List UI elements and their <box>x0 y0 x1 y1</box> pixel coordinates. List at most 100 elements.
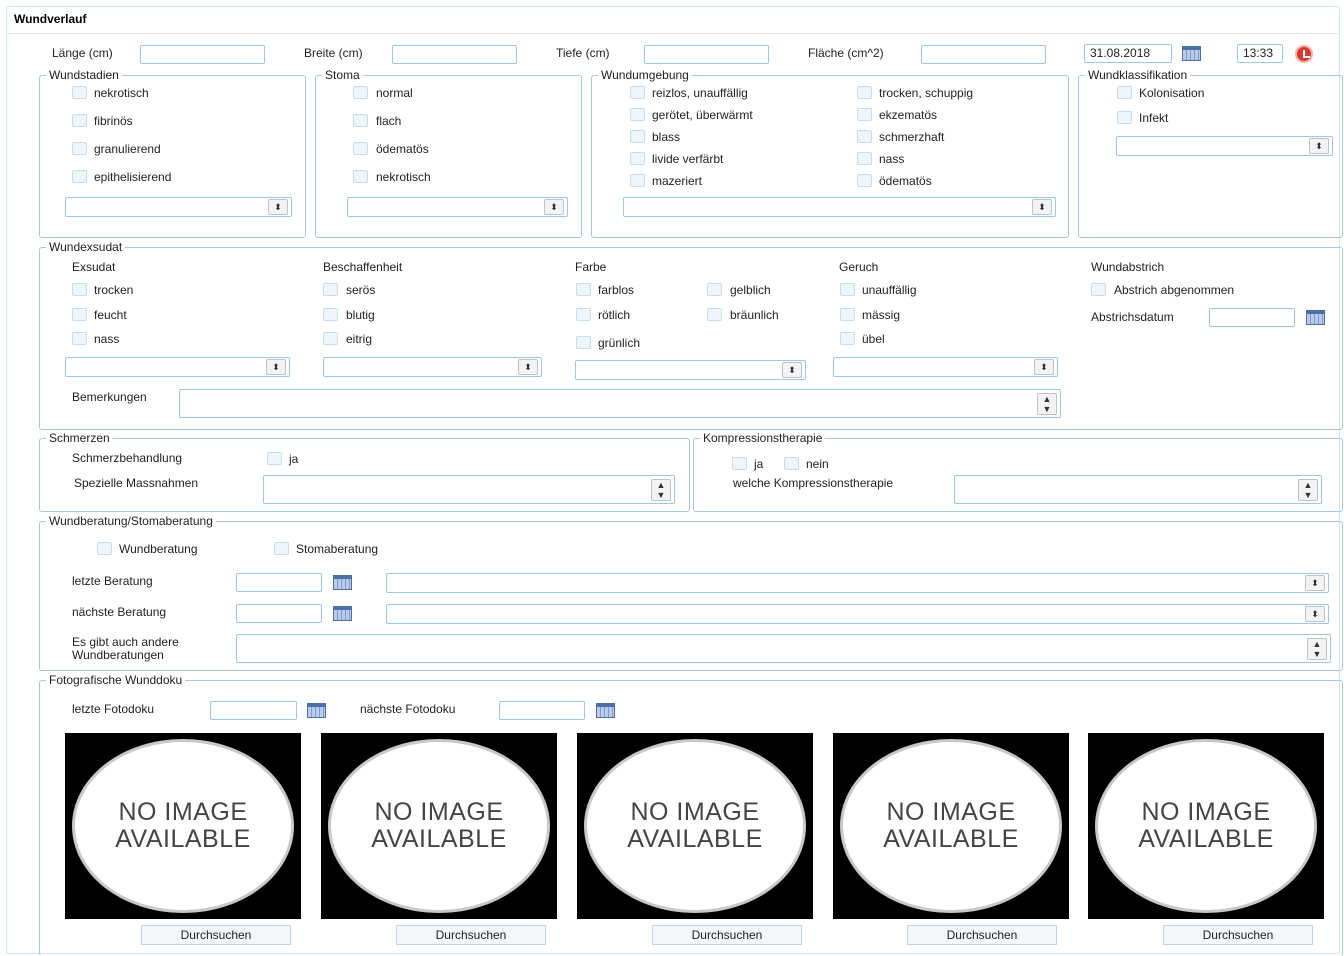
exsudat-combo[interactable]: ⬍ <box>65 357 290 377</box>
checkbox-nass[interactable] <box>72 332 87 345</box>
browse-button-5[interactable]: Durchsuchen <box>1163 925 1313 945</box>
browse-button-4[interactable]: Durchsuchen <box>907 925 1057 945</box>
no-image-text: NO IMAGE <box>118 798 248 826</box>
checkbox-epithelisierend[interactable] <box>72 170 87 183</box>
calendar-icon[interactable] <box>333 606 352 621</box>
stoma-label: flach <box>376 114 402 128</box>
checkbox-nekrotisch-stoma[interactable] <box>353 170 368 183</box>
letzte-beratung-combo[interactable]: ⬍ <box>386 573 1329 593</box>
spinner-icon[interactable]: ▲ ▼ <box>1037 393 1057 415</box>
naechste-fotodoku-date[interactable] <box>499 701 585 720</box>
checkbox-schmerzhaft[interactable] <box>857 130 872 143</box>
spinner-icon[interactable]: ▲ ▼ <box>651 479 671 501</box>
browse-button-2[interactable]: Durchsuchen <box>396 925 546 945</box>
letzte-beratung-date[interactable] <box>236 573 322 592</box>
bemerkungen-textarea[interactable]: ▲ ▼ <box>179 389 1061 418</box>
checkbox-nekrotisch[interactable] <box>72 86 87 99</box>
welche-kompression-textarea[interactable]: ▲ ▼ <box>954 475 1322 504</box>
beschaffenheit-combo[interactable]: ⬍ <box>323 357 542 377</box>
checkbox-oedematoes[interactable] <box>353 142 368 155</box>
clock-icon[interactable] <box>1295 45 1313 63</box>
wundumgebung-combo[interactable]: ⬍ <box>623 197 1056 217</box>
spinner-icon[interactable]: ⬍ <box>782 362 802 378</box>
browse-button-1[interactable]: Durchsuchen <box>141 925 291 945</box>
calendar-icon[interactable] <box>333 575 352 590</box>
checkbox-feucht[interactable] <box>72 308 87 321</box>
breite-input[interactable] <box>392 45 517 64</box>
wundstadien-title: Wundstadien <box>46 68 122 82</box>
spinner-icon[interactable]: ⬍ <box>1305 606 1325 622</box>
checkbox-normal[interactable] <box>353 86 368 99</box>
checkbox-trocken[interactable] <box>72 283 87 296</box>
naechste-beratung-combo[interactable]: ⬍ <box>386 604 1329 624</box>
checkbox-geroetet[interactable] <box>630 108 645 121</box>
checkbox-granulierend[interactable] <box>72 142 87 155</box>
checkbox-nass-umgebung[interactable] <box>857 152 872 165</box>
spinner-icon[interactable]: ⬍ <box>1032 199 1052 215</box>
farbe-combo[interactable]: ⬍ <box>575 360 806 380</box>
checkbox-schmerz-ja[interactable] <box>267 452 282 465</box>
checkbox-stomaberatung[interactable] <box>274 542 289 555</box>
tiefe-input[interactable] <box>644 45 769 64</box>
checkbox-gelblich[interactable] <box>707 283 722 296</box>
checkbox-ekzematoes[interactable] <box>857 108 872 121</box>
checkbox-uebel[interactable] <box>840 332 855 345</box>
checkbox-blass[interactable] <box>630 130 645 143</box>
exsudat-item: feucht <box>94 308 127 322</box>
time-input[interactable]: 13:33 <box>1237 44 1283 63</box>
wundstadien-combo[interactable]: ⬍ <box>65 197 292 217</box>
geruch-combo[interactable]: ⬍ <box>833 357 1058 377</box>
spinner-icon[interactable]: ▲ ▼ <box>1298 479 1318 501</box>
stoma-combo[interactable]: ⬍ <box>347 197 568 217</box>
checkbox-wundberatung[interactable] <box>97 542 112 555</box>
checkbox-farblos[interactable] <box>576 283 591 296</box>
naechste-beratung-date[interactable] <box>236 604 322 623</box>
flaeche-label: Fläche (cm^2) <box>808 46 884 60</box>
checkbox-abstrich-abgenommen[interactable] <box>1091 283 1106 296</box>
checkbox-reizlos[interactable] <box>630 86 645 99</box>
abstrichsdatum-input[interactable] <box>1209 308 1295 327</box>
spinner-icon[interactable]: ⬍ <box>266 359 286 375</box>
checkbox-fibrinoes[interactable] <box>72 114 87 127</box>
checkbox-flach[interactable] <box>353 114 368 127</box>
spinner-icon[interactable]: ⬍ <box>1034 359 1054 375</box>
checkbox-mazeriert[interactable] <box>630 174 645 187</box>
checkbox-kolonisation[interactable] <box>1117 86 1132 99</box>
schmerz-ja-label: ja <box>289 452 299 466</box>
beratung-title: Wundberatung/Stomaberatung <box>46 514 216 528</box>
calendar-icon[interactable] <box>307 703 326 718</box>
breite-label: Breite (cm) <box>304 46 363 60</box>
checkbox-seroes[interactable] <box>323 283 338 296</box>
checkbox-gruenlich[interactable] <box>576 336 591 349</box>
wundklassifikation-combo[interactable]: ⬍ <box>1116 136 1333 156</box>
checkbox-oedematoes-umgebung[interactable] <box>857 174 872 187</box>
flaeche-input[interactable] <box>921 45 1046 64</box>
spinner-icon[interactable]: ⬍ <box>1309 138 1329 154</box>
letzte-fotodoku-date[interactable] <box>210 701 297 720</box>
browse-button-3[interactable]: Durchsuchen <box>652 925 802 945</box>
checkbox-braeunlich[interactable] <box>707 308 722 321</box>
checkbox-blutig[interactable] <box>323 308 338 321</box>
checkbox-eitrig[interactable] <box>323 332 338 345</box>
spinner-icon[interactable]: ⬍ <box>1305 575 1325 591</box>
checkbox-maessig[interactable] <box>840 308 855 321</box>
checkbox-trocken-schuppig[interactable] <box>857 86 872 99</box>
spinner-icon[interactable]: ⬍ <box>268 199 288 215</box>
checkbox-unauffaellig[interactable] <box>840 283 855 296</box>
calendar-icon[interactable] <box>596 703 615 718</box>
wundabstrich-label: Wundabstrich <box>1091 260 1165 274</box>
calendar-icon[interactable] <box>1306 310 1325 325</box>
spinner-icon[interactable]: ▲ ▼ <box>1307 638 1327 660</box>
checkbox-roetlich[interactable] <box>576 308 591 321</box>
checkbox-kompression-ja[interactable] <box>732 457 747 470</box>
spinner-icon[interactable]: ⬍ <box>518 359 538 375</box>
laenge-input[interactable] <box>140 45 265 64</box>
checkbox-kompression-nein[interactable] <box>784 457 799 470</box>
spinner-icon[interactable]: ⬍ <box>544 199 564 215</box>
checkbox-infekt[interactable] <box>1117 111 1132 124</box>
checkbox-livide[interactable] <box>630 152 645 165</box>
andere-beratungen-textarea[interactable]: ▲ ▼ <box>236 634 1331 663</box>
calendar-icon[interactable] <box>1182 46 1201 61</box>
massnahmen-textarea[interactable]: ▲ ▼ <box>263 475 675 504</box>
date-input[interactable]: 31.08.2018 <box>1084 44 1172 63</box>
